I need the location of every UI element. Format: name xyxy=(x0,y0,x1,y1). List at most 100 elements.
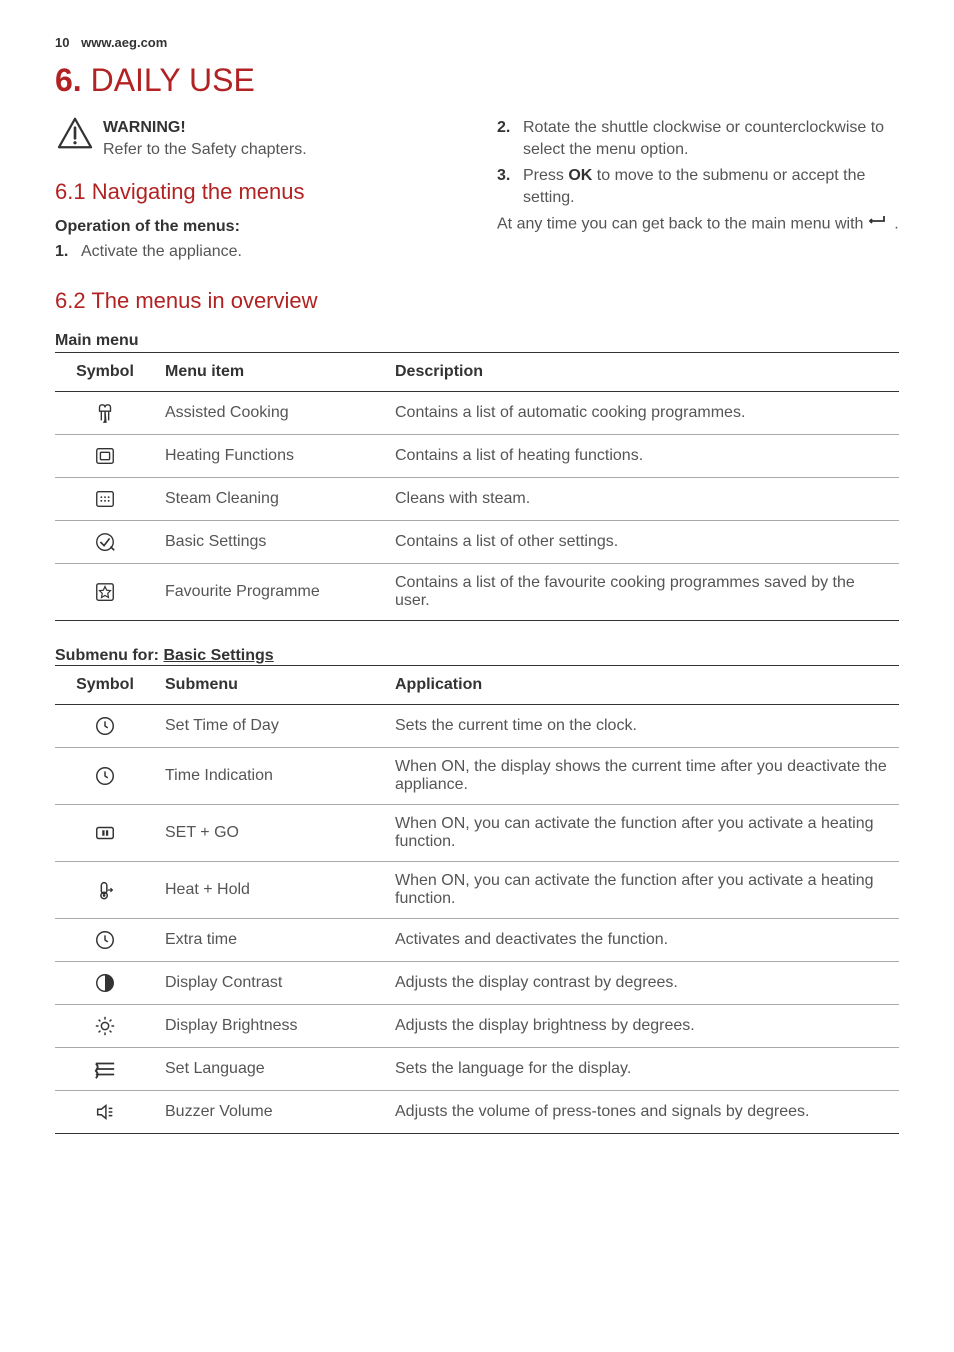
section-number: 6. xyxy=(55,62,82,98)
table-row: SET + GO When ON, you can activate the f… xyxy=(55,805,899,862)
submenu-item-app: Adjusts the volume of press-tones and si… xyxy=(385,1091,899,1134)
table-row: Basic Settings Contains a list of other … xyxy=(55,521,899,564)
main-menu-heading: Main menu xyxy=(55,332,899,350)
submenu-heading: Submenu for: Basic Settings xyxy=(55,647,899,665)
submenu-label-target: Basic Settings xyxy=(163,647,273,664)
col-symbol-header: Symbol xyxy=(55,353,155,392)
main-menu-table: Symbol Menu item Description Assisted Co… xyxy=(55,352,899,621)
back-note-post: . xyxy=(890,215,899,232)
menu-item-desc: Contains a list of heating functions. xyxy=(385,435,899,478)
step-2: 2. Rotate the shuttle clockwise or count… xyxy=(497,117,899,162)
subsection-6-2-name: The menus in overview xyxy=(91,288,317,313)
submenu-item-app: Adjusts the display brightness by degree… xyxy=(385,1005,899,1048)
table-row: Heat + Hold When ON, you can activate th… xyxy=(55,862,899,919)
clock-icon xyxy=(55,705,155,748)
page-header: 10 www.aeg.com xyxy=(55,35,899,50)
brightness-icon xyxy=(55,1005,155,1048)
favourite-programme-icon xyxy=(55,564,155,621)
submenu-item-app: When ON, you can activate the function a… xyxy=(385,805,899,862)
menu-item-desc: Contains a list of other settings. xyxy=(385,521,899,564)
warning-text: Refer to the Safety chapters. xyxy=(103,139,307,161)
step-3-pre: Press xyxy=(523,167,568,184)
submenu-item-app: Sets the current time on the clock. xyxy=(385,705,899,748)
submenu-item-label: Display Brightness xyxy=(155,1005,385,1048)
return-icon xyxy=(868,213,890,235)
step-1-number: 1. xyxy=(55,241,81,263)
section-title: 6. DAILY USE xyxy=(55,62,899,99)
col-symbol-header: Symbol xyxy=(55,666,155,705)
submenu-item-label: Heat + Hold xyxy=(155,862,385,919)
submenu-item-app: Activates and deactivates the function. xyxy=(385,919,899,962)
col-submenu-header: Submenu xyxy=(155,666,385,705)
step-2-text: Rotate the shuttle clockwise or counterc… xyxy=(523,117,899,162)
table-row: Assisted Cooking Contains a list of auto… xyxy=(55,392,899,435)
menu-item-label: Heating Functions xyxy=(155,435,385,478)
warning-icon xyxy=(55,117,95,156)
menu-item-label: Steam Cleaning xyxy=(155,478,385,521)
set-go-icon xyxy=(55,805,155,862)
language-icon xyxy=(55,1048,155,1091)
page-number: 10 xyxy=(55,35,69,50)
submenu-item-app: Adjusts the display contrast by degrees. xyxy=(385,962,899,1005)
col-item-header: Menu item xyxy=(155,353,385,392)
table-row: Extra time Activates and deactivates the… xyxy=(55,919,899,962)
step-1-text: Activate the appliance. xyxy=(81,241,457,263)
submenu-item-app: When ON, you can activate the function a… xyxy=(385,862,899,919)
section-name: DAILY USE xyxy=(91,62,255,98)
submenu-item-label: Set Time of Day xyxy=(155,705,385,748)
step-3-text: Press OK to move to the submenu or accep… xyxy=(523,165,899,210)
back-note: At any time you can get back to the main… xyxy=(497,213,899,236)
table-row: Set Language Sets the language for the d… xyxy=(55,1048,899,1091)
submenu-item-app: When ON, the display shows the current t… xyxy=(385,748,899,805)
assisted-cooking-icon xyxy=(55,392,155,435)
col-application-header: Application xyxy=(385,666,899,705)
step-2-number: 2. xyxy=(497,117,523,162)
menu-item-label: Favourite Programme xyxy=(155,564,385,621)
submenu-item-label: Buzzer Volume xyxy=(155,1091,385,1134)
submenu-item-label: SET + GO xyxy=(155,805,385,862)
menu-item-label: Basic Settings xyxy=(155,521,385,564)
clock-icon xyxy=(55,748,155,805)
table-row: Heating Functions Contains a list of hea… xyxy=(55,435,899,478)
back-note-pre: At any time you can get back to the main… xyxy=(497,215,868,232)
submenu-table: Symbol Submenu Application Set Time of D… xyxy=(55,665,899,1134)
clock-icon xyxy=(55,919,155,962)
table-row: Display Brightness Adjusts the display b… xyxy=(55,1005,899,1048)
steam-cleaning-icon xyxy=(55,478,155,521)
volume-icon xyxy=(55,1091,155,1134)
ok-label: OK xyxy=(568,167,592,184)
menu-item-desc: Contains a list of automatic cooking pro… xyxy=(385,392,899,435)
menu-item-desc: Contains a list of the favourite cooking… xyxy=(385,564,899,621)
submenu-item-label: Time Indication xyxy=(155,748,385,805)
table-row: Display Contrast Adjusts the display con… xyxy=(55,962,899,1005)
col-desc-header: Description xyxy=(385,353,899,392)
subsection-6-1-number: 6.1 xyxy=(55,179,86,204)
submenu-label-pre: Submenu for: xyxy=(55,647,163,664)
heat-hold-icon xyxy=(55,862,155,919)
submenu-item-label: Display Contrast xyxy=(155,962,385,1005)
subsection-6-1-name: Navigating the menus xyxy=(92,179,305,204)
subsection-6-2-number: 6.2 xyxy=(55,288,86,313)
contrast-icon xyxy=(55,962,155,1005)
menu-item-desc: Cleans with steam. xyxy=(385,478,899,521)
table-row: Set Time of Day Sets the current time on… xyxy=(55,705,899,748)
menu-item-label: Assisted Cooking xyxy=(155,392,385,435)
submenu-item-label: Set Language xyxy=(155,1048,385,1091)
step-3-number: 3. xyxy=(497,165,523,210)
submenu-item-label: Extra time xyxy=(155,919,385,962)
table-row: Buzzer Volume Adjusts the volume of pres… xyxy=(55,1091,899,1134)
step-3: 3. Press OK to move to the submenu or ac… xyxy=(497,165,899,210)
subsection-6-2-title: 6.2 The menus in overview xyxy=(55,288,899,314)
site-url: www.aeg.com xyxy=(81,35,167,50)
heating-functions-icon xyxy=(55,435,155,478)
subsection-6-1-title: 6.1 Navigating the menus xyxy=(55,177,457,208)
basic-settings-icon xyxy=(55,521,155,564)
step-1: 1. Activate the appliance. xyxy=(55,241,457,263)
table-row: Favourite Programme Contains a list of t… xyxy=(55,564,899,621)
warning-block: WARNING! Refer to the Safety chapters. xyxy=(55,117,457,162)
operation-label: Operation of the menus: xyxy=(55,216,457,238)
table-row: Steam Cleaning Cleans with steam. xyxy=(55,478,899,521)
warning-title: WARNING! xyxy=(103,117,307,139)
submenu-item-app: Sets the language for the display. xyxy=(385,1048,899,1091)
table-row: Time Indication When ON, the display sho… xyxy=(55,748,899,805)
